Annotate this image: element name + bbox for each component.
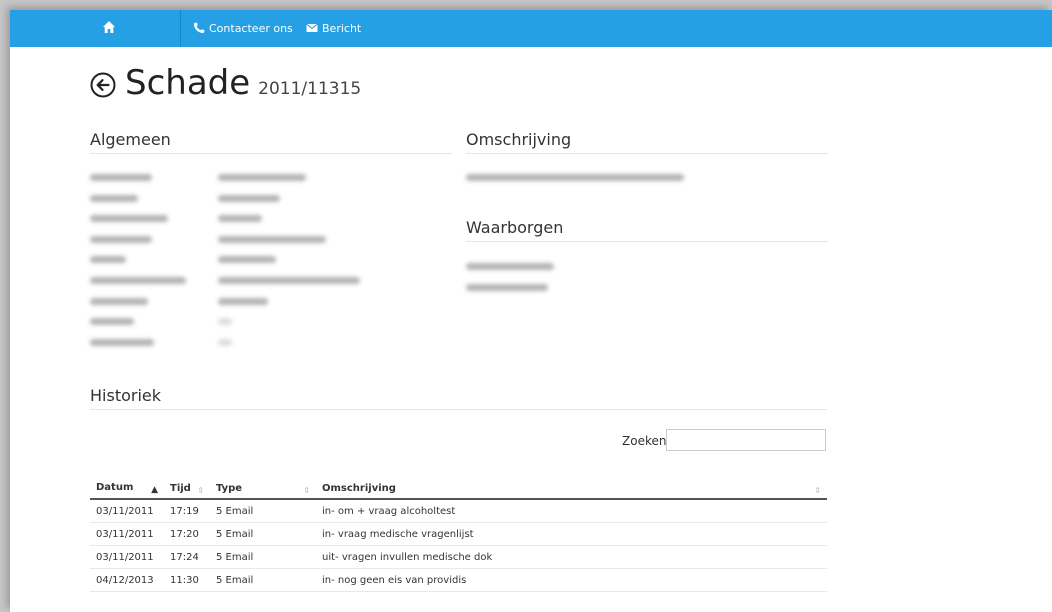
sort-both-icon: ⇕ (814, 486, 821, 495)
nav-separator (180, 10, 181, 47)
section-description-heading: Omschrijving (466, 130, 828, 154)
sort-both-icon: ⇕ (197, 486, 204, 495)
cell-date: 03/11/2011 (90, 499, 164, 523)
table-row[interactable]: 03/11/2011 17:24 5 Email uit- vragen inv… (90, 545, 827, 569)
cell-description: in- om + vraag alcoholtest (316, 499, 827, 523)
cell-date: 03/11/2011 (90, 522, 164, 546)
history-table: Datum ▲ Tijd ⇕ Type ⇕ Omschrijving ⇕ 03/… (90, 468, 827, 592)
column-header-description[interactable]: Omschrijving ⇕ (316, 468, 827, 500)
cell-type: 5 Email (210, 568, 316, 592)
table-row[interactable]: 03/11/2011 17:20 5 Email in- vraag medis… (90, 522, 827, 546)
cell-description: uit- vragen invullen medische dok (316, 545, 827, 569)
column-header-time[interactable]: Tijd ⇕ (164, 468, 210, 500)
cell-time: 11:30 (164, 568, 210, 592)
cell-time: 17:19 (164, 499, 210, 523)
search-input[interactable] (666, 429, 826, 451)
contact-label: Contacteer ons (209, 21, 293, 35)
page-header: Schade 2011/11315 (90, 63, 361, 107)
table-header-row: Datum ▲ Tijd ⇕ Type ⇕ Omschrijving ⇕ (90, 468, 827, 500)
table-row[interactable]: 04/12/2013 11:30 5 Email in- nog geen ei… (90, 568, 827, 592)
phone-icon (193, 22, 205, 34)
cell-time: 17:20 (164, 522, 210, 546)
message-link[interactable]: Bericht (306, 20, 361, 36)
cell-type: 5 Email (210, 499, 316, 523)
top-nav-bar: Contacteer ons Bericht (10, 10, 1052, 47)
cell-type: 5 Email (210, 545, 316, 569)
cell-type: 5 Email (210, 522, 316, 546)
table-row[interactable]: 03/11/2011 17:19 5 Email in- om + vraag … (90, 499, 827, 523)
cell-date: 04/12/2013 (90, 568, 164, 592)
section-history-heading: Historiek (90, 386, 827, 410)
search-label: Zoeken (622, 434, 667, 448)
cell-date: 03/11/2011 (90, 545, 164, 569)
message-label: Bericht (322, 21, 362, 35)
sort-both-icon: ⇕ (303, 486, 310, 495)
section-guarantees-heading: Waarborgen (466, 218, 828, 242)
home-icon[interactable] (102, 20, 116, 34)
column-header-date[interactable]: Datum ▲ (90, 468, 164, 500)
column-header-type[interactable]: Type ⇕ (210, 468, 316, 500)
cell-description: in- vraag medische vragenlijst (316, 522, 827, 546)
back-arrow-icon[interactable] (90, 72, 116, 98)
sort-ascending-icon: ▲ (151, 485, 158, 495)
contact-link[interactable]: Contacteer ons (193, 20, 293, 36)
claim-number: 2011/11315 (258, 79, 362, 99)
envelope-icon (306, 23, 318, 32)
cell-description: in- nog geen eis van providis (316, 568, 827, 592)
page-title: Schade (125, 63, 251, 103)
app-window: Contacteer ons Bericht Schade 2011/11315… (10, 10, 1052, 612)
cell-time: 17:24 (164, 545, 210, 569)
section-general-heading: Algemeen (90, 130, 452, 154)
